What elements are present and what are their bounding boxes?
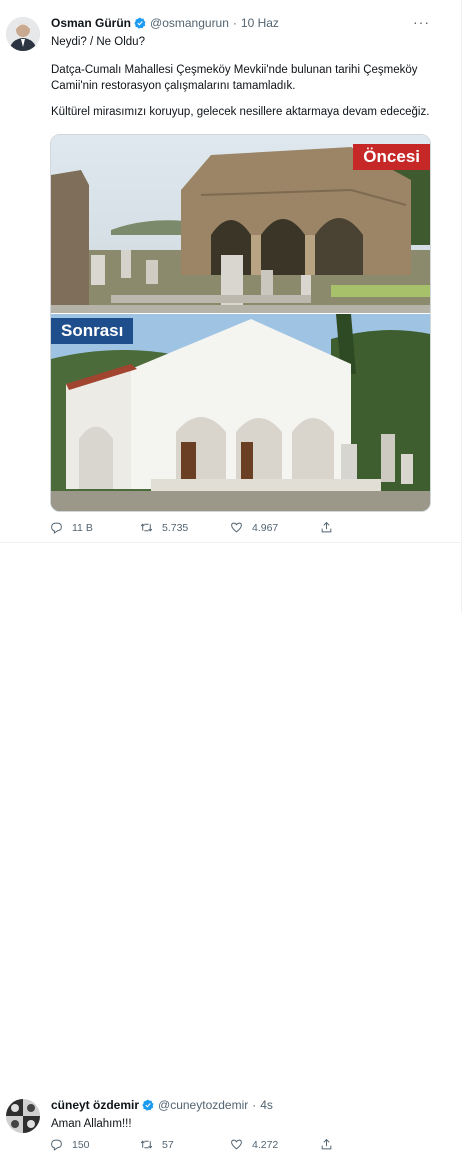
- tweet-actions: 11 B 5.735 4.967: [50, 521, 410, 534]
- separator-dot: ·: [232, 16, 237, 30]
- reply-author-avatar[interactable]: [6, 1099, 40, 1133]
- retweet-button[interactable]: 5.735: [140, 521, 230, 534]
- heart-icon: [231, 1139, 242, 1150]
- reply-button[interactable]: 11 B: [50, 521, 140, 534]
- before-label: Öncesi: [353, 144, 430, 170]
- reply-tweet[interactable]: cüneyt özdemir @cuneytozdemir · 4s Aman …: [0, 543, 461, 1151]
- reply-count: 150: [72, 1138, 90, 1151]
- after-photo[interactable]: Sonrası: [51, 314, 430, 511]
- after-label: Sonrası: [51, 318, 134, 344]
- tweet[interactable]: Osman Gürün @osmangurun · 10 Haz ··· Ney…: [0, 0, 461, 543]
- tweet-header: Osman Gürün @osmangurun · 10 Haz: [51, 16, 279, 30]
- retweet-icon: [140, 1140, 153, 1149]
- tweet-time[interactable]: 10 Haz: [241, 16, 279, 30]
- retweet-button[interactable]: 57: [140, 1138, 230, 1151]
- reply-author-handle[interactable]: @cuneytozdemir: [158, 1098, 248, 1112]
- reply-button[interactable]: 150: [50, 1138, 140, 1151]
- share-icon: [321, 521, 332, 533]
- heart-icon: [231, 522, 242, 533]
- tweet-text-line2: Datça-Cumalı Mahallesi Çeşmeköy Mevkii'n…: [51, 64, 418, 92]
- like-count: 4.272: [252, 1138, 279, 1151]
- like-count: 4.967: [252, 521, 279, 534]
- retweet-icon: [140, 523, 153, 532]
- reply-count: 11 B: [72, 521, 93, 534]
- tweet-media[interactable]: Öncesi Sonrası: [50, 134, 431, 512]
- more-options-icon[interactable]: ···: [413, 14, 430, 30]
- timeline-border: [461, 0, 462, 613]
- reply-time[interactable]: 4s: [260, 1098, 273, 1112]
- retweet-count: 5.735: [162, 521, 189, 534]
- author-handle[interactable]: @osmangurun: [150, 16, 229, 30]
- tweet-text-line1: Neydi? / Ne Oldu?: [51, 36, 145, 48]
- author-avatar[interactable]: [6, 17, 40, 51]
- reply-author-name[interactable]: cüneyt özdemir: [51, 1098, 139, 1112]
- verified-badge-icon: [134, 17, 146, 29]
- reply-header: cüneyt özdemir @cuneytozdemir · 4s: [51, 1098, 273, 1112]
- share-button[interactable]: [320, 1138, 410, 1151]
- before-photo[interactable]: Öncesi: [51, 135, 430, 313]
- tweet-text-line3: Kültürel mirasımızı koruyup, gelecek nes…: [51, 106, 430, 118]
- like-button[interactable]: 4.967: [230, 521, 320, 534]
- like-button[interactable]: 4.272: [230, 1138, 320, 1151]
- share-button[interactable]: [320, 521, 410, 534]
- separator-dot: ·: [252, 1098, 257, 1112]
- retweet-count: 57: [162, 1138, 174, 1151]
- reply-icon: [51, 522, 62, 534]
- author-name[interactable]: Osman Gürün: [51, 16, 131, 30]
- reply-icon: [51, 1139, 62, 1151]
- verified-badge-icon: [142, 1099, 154, 1111]
- reply-text: Aman Allahım!!!: [51, 1118, 132, 1130]
- reply-actions: 150 57 4.272: [50, 1138, 410, 1151]
- share-icon: [321, 1138, 332, 1150]
